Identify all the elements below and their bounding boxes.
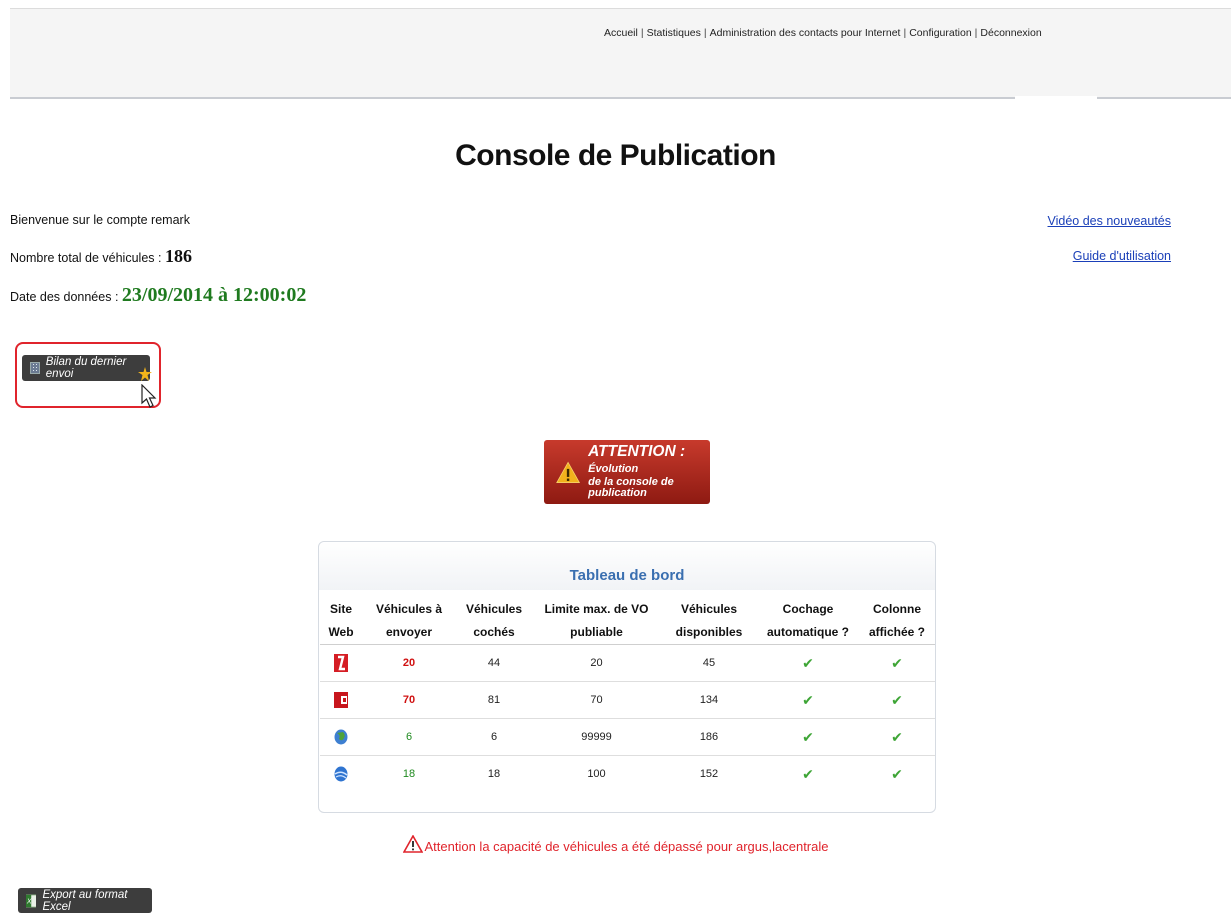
click-burst-icon [138,367,152,381]
checked-cell: 81 [456,681,532,719]
checked-cell: 18 [456,755,532,792]
auto-check-cell: ✔ [757,681,859,719]
calculator-icon [30,362,40,374]
col-auto-check: Cochage automatique ? [766,602,849,639]
limit-cell: 70 [532,681,661,719]
nav-statistiques[interactable]: Statistiques [647,27,701,39]
table-row: 18 18 100 152 ✔ ✔ [320,755,935,792]
nav-separator: | [640,27,644,39]
checkmark-icon: ✔ [891,691,903,708]
nav-accueil[interactable]: Accueil [604,27,638,39]
welcome-text: Bienvenue sur le compte remark [10,213,190,227]
table-row: 20 44 20 45 ✔ ✔ [320,644,935,682]
col-site-web: Site Web [328,602,354,639]
to-send-cell: 70 [362,681,456,719]
lacentrale-logo-icon[interactable] [334,692,348,708]
column-shown-cell: ✔ [859,644,935,682]
top-header: Accueil | Statistiques | Administration des … [10,8,1231,99]
checkmark-icon: ✔ [802,654,814,671]
excel-file-icon: X [26,893,37,908]
available-cell: 152 [661,755,757,792]
attention-line1-rest: Évolution [588,463,639,476]
data-date: Date des données : 23/09/2014 à 12:00:02 [10,284,306,307]
limit-cell: 100 [532,755,661,792]
available-cell: 45 [661,644,757,682]
attention-bold-text: ATTENTION : [588,443,686,461]
nav-configuration[interactable]: Configuration [909,27,971,39]
attention-banner[interactable]: ATTENTION : Évolution de la console de p… [544,440,710,504]
bilan-button[interactable]: Bilan du dernier envoi [22,355,150,381]
available-cell: 186 [661,718,757,756]
nav-deconnexion[interactable]: Déconnexion [980,27,1041,39]
table-header-row: Site Web Véhicules à envoyer Véhicules coch… [320,598,935,645]
to-send-cell: 6 [362,718,456,756]
page-title: Console de Publication [455,139,776,172]
column-shown-cell: ✔ [859,718,935,756]
column-shown-cell: ✔ [859,681,935,719]
attention-line2: de la console de publication [588,475,674,500]
globe-icon[interactable] [334,729,348,745]
site-cell [320,681,362,719]
video-link[interactable]: Vidéo des nouveautés [1048,214,1171,228]
checkmark-icon: ✔ [891,654,903,671]
warning-triangle-icon [556,461,581,483]
nav-separator: | [974,27,978,39]
total-vehicles-label: Nombre total de véhicules : [10,251,165,265]
dashboard-title: Tableau de bord [569,567,685,584]
to-send-cell: 20 [362,644,456,682]
col-checked: Véhicules cochés [465,602,523,639]
col-limit: Limite max. de VO publiable [544,602,649,639]
svg-text:X: X [26,898,32,905]
column-shown-cell: ✔ [859,755,935,792]
auto-check-cell: ✔ [757,718,859,756]
capacity-warning: Attention la capacité de véhicules a été… [0,834,1231,854]
nav-separator: | [903,27,907,39]
nav-separator: | [703,27,707,39]
bilan-button-label: Bilan du dernier envoi [45,356,127,380]
site-cell [320,755,362,792]
available-cell: 134 [661,681,757,719]
capacity-warning-text: Attention la capacité de véhicules a été… [424,839,829,854]
warning-triangle-icon [402,834,423,853]
export-excel-label: Export au format Excel [42,888,128,913]
auto-check-cell: ✔ [757,755,859,792]
checked-cell: 44 [456,644,532,682]
auto-check-cell: ✔ [757,644,859,682]
data-date-value: 23/09/2014 à 12:00:02 [121,284,307,306]
header-tab-notch [1015,96,1097,99]
data-date-label: Date des données : [10,290,122,304]
checked-cell: 6 [456,718,532,756]
blue-sphere-icon[interactable] [334,766,348,782]
col-available: Véhicules disponibles [675,602,743,639]
col-column-shown: Colonne affichée ? [868,602,925,639]
nav-administration-contacts[interactable]: Administration des contacts pour Interne… [710,27,901,39]
dashboard-panel: Tableau de bord Site Web Véhicules à envoy… [318,541,936,813]
argus-logo-icon[interactable] [334,654,348,672]
to-send-cell: 18 [362,755,456,792]
table-row: 6 6 99999 186 ✔ ✔ [320,718,935,756]
mouse-cursor-icon [141,384,157,408]
checkmark-icon: ✔ [802,691,814,708]
checkmark-icon: ✔ [891,728,903,745]
limit-cell: 20 [532,644,661,682]
dashboard-table: Site Web Véhicules à envoyer Véhicules coch… [320,598,935,792]
table-row: 70 81 70 134 ✔ ✔ [320,681,935,719]
checkmark-icon: ✔ [802,728,814,745]
export-excel-button[interactable]: X Export au format Excel [18,888,152,913]
limit-cell: 99999 [532,718,661,756]
site-cell [320,718,362,756]
total-vehicles-value: 186 [164,246,192,266]
checkmark-icon: ✔ [802,765,814,782]
site-cell [320,644,362,682]
total-vehicles: Nombre total de véhicules : 186 [10,246,192,267]
top-navigation: Accueil | Statistiques | Administration des … [604,27,1042,39]
checkmark-icon: ✔ [891,765,903,782]
guide-link[interactable]: Guide d'utilisation [1073,249,1171,263]
col-to-send: Véhicules à envoyer [375,602,443,639]
